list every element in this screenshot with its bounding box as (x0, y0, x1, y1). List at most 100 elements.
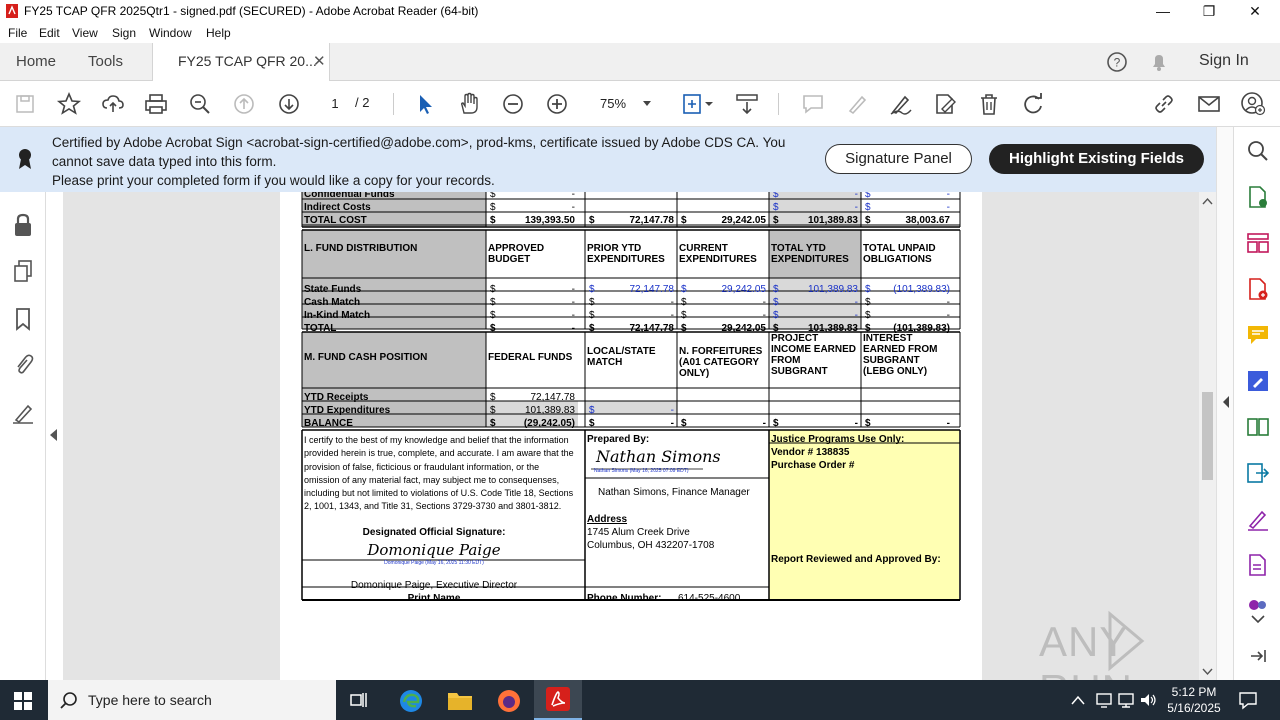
tab-tools[interactable]: Tools (88, 53, 123, 70)
balance-value-2: - (670, 418, 674, 429)
scroll-mode-icon[interactable] (734, 91, 760, 117)
scroll-up-arrow-icon[interactable] (1202, 197, 1213, 205)
upload-icon[interactable] (100, 91, 126, 117)
draw-icon[interactable] (888, 91, 914, 117)
lock-icon[interactable] (12, 212, 34, 238)
windows-start-icon[interactable] (14, 692, 32, 710)
window-title: FY25 TCAP QFR 2025Qtr1 - signed.pdf (SEC… (24, 4, 479, 18)
comment-icon[interactable] (800, 91, 826, 117)
right-panel-splitter[interactable] (1216, 127, 1233, 680)
attachment-icon[interactable] (12, 352, 34, 378)
acrobat-taskbar-button[interactable] (534, 680, 582, 720)
collapse-left-arrow-icon[interactable] (48, 428, 60, 442)
row-label-balance: BALANCE (304, 418, 353, 429)
pages-icon[interactable] (12, 258, 34, 284)
page-number-input[interactable]: 1 (322, 92, 348, 114)
menu-view[interactable]: View (72, 26, 98, 40)
menu-sign[interactable]: Sign (112, 26, 136, 40)
firefox-icon[interactable] (496, 688, 522, 714)
network-status-icon[interactable] (1095, 691, 1113, 709)
taskbar-search-box[interactable]: Type here to search (48, 680, 336, 720)
zoom-out-icon[interactable] (500, 91, 526, 117)
volume-icon[interactable] (1139, 691, 1157, 709)
tab-document[interactable]: FY25 TCAP QFR 20... ✕ (152, 43, 330, 81)
state-funds-value-4: 101,389.83 (807, 284, 858, 295)
search-icon[interactable] (1246, 139, 1270, 163)
chevron-down-icon (643, 101, 651, 106)
total-cost-value-1: 139,393.50 (524, 215, 575, 226)
restore-button[interactable]: ❐ (1186, 0, 1232, 23)
save-icon[interactable] (12, 91, 38, 117)
scrollbar-thumb[interactable] (1202, 392, 1213, 480)
notifications-icon[interactable] (1238, 690, 1258, 710)
redo-icon[interactable] (1020, 91, 1046, 117)
fill-sign-icon[interactable] (1246, 507, 1270, 531)
page-down-icon[interactable] (276, 91, 302, 117)
print-icon[interactable] (143, 91, 169, 117)
page-up-icon[interactable] (231, 91, 257, 117)
zoom-select[interactable]: 75% (590, 92, 660, 116)
zoom-search-icon[interactable] (187, 91, 213, 117)
official-signature[interactable]: Domonique Paige (304, 541, 564, 559)
show-hidden-icons-icon[interactable] (1071, 694, 1085, 706)
comment-tool-icon[interactable] (1246, 323, 1270, 347)
total-value-5: (101,389.83) (893, 323, 950, 334)
expand-panel-arrow-icon[interactable] (1221, 395, 1231, 409)
menu-file[interactable]: File (8, 26, 27, 40)
certification-banner: Certified by Adobe Acrobat Sign <acrobat… (0, 127, 1216, 192)
document-viewport[interactable]: Confidential Funds Indirect Costs TOTAL … (63, 192, 1200, 680)
highlight-fields-button[interactable]: Highlight Existing Fields (989, 144, 1204, 174)
vertical-scrollbar[interactable] (1199, 192, 1216, 680)
row-label-ytd-expenditures: YTD Expenditures (304, 405, 391, 416)
compare-files-icon[interactable] (1246, 415, 1270, 439)
scroll-down-arrow-icon[interactable] (1202, 668, 1213, 676)
bookmark-icon[interactable] (12, 306, 34, 332)
document-tab-label: FY25 TCAP QFR 20... (178, 53, 317, 69)
edge-browser-icon[interactable] (398, 688, 424, 714)
form-tool-icon[interactable] (1246, 553, 1270, 577)
display-icon[interactable] (1117, 691, 1135, 709)
taskbar-search-placeholder: Type here to search (88, 692, 212, 708)
zoom-in-icon[interactable] (544, 91, 570, 117)
preparer-signature[interactable]: Nathan Simons (596, 447, 721, 466)
fit-page-icon[interactable] (680, 91, 716, 117)
task-view-icon[interactable] (349, 690, 369, 710)
justice-programs-title: Justice Programs Use Only: (771, 434, 905, 445)
help-icon[interactable]: ? (1106, 51, 1128, 73)
create-pdf-icon[interactable] (1246, 277, 1270, 301)
signature-panel-button[interactable]: Signature Panel (825, 144, 972, 174)
signature-icon[interactable] (10, 400, 36, 426)
menu-edit[interactable]: Edit (39, 26, 60, 40)
select-cursor-icon[interactable] (412, 91, 438, 117)
hand-icon[interactable] (456, 91, 482, 117)
menu-help[interactable]: Help (206, 26, 231, 40)
file-explorer-icon[interactable] (447, 689, 473, 711)
edit-pdf-icon[interactable] (932, 91, 958, 117)
delete-icon[interactable] (976, 91, 1002, 117)
export-pdf-icon[interactable] (1246, 185, 1270, 209)
close-window-button[interactable]: ✕ (1232, 0, 1278, 23)
minimize-button[interactable]: — (1140, 0, 1186, 23)
official-name: Domonique Paige, Executive Director (350, 580, 518, 591)
email-icon[interactable] (1196, 91, 1222, 117)
close-tab-icon[interactable]: ✕ (313, 52, 326, 70)
chevron-down-icon[interactable] (1250, 614, 1266, 624)
edit-pdf-tool-icon[interactable] (1246, 369, 1270, 393)
add-user-icon[interactable] (1240, 91, 1266, 117)
export-tool-icon[interactable] (1246, 461, 1270, 485)
sign-in-link[interactable]: Sign In (1199, 52, 1249, 70)
menu-window[interactable]: Window (149, 26, 192, 40)
collapse-pane-icon[interactable] (1248, 646, 1268, 666)
more-tools-icon[interactable] (1246, 597, 1270, 615)
highlight-pen-icon[interactable] (844, 91, 870, 117)
system-clock[interactable]: 5:12 PM 5/16/2025 (1162, 684, 1226, 716)
star-icon[interactable] (56, 91, 82, 117)
indirect-value-5: - (946, 202, 950, 213)
tab-home[interactable]: Home (16, 53, 56, 70)
bell-icon[interactable] (1148, 51, 1170, 73)
cash-match-value-1: - (571, 297, 575, 308)
section-m-title: M. FUND CASH POSITION (304, 352, 428, 363)
preparer-name: Nathan Simons, Finance Manager (598, 487, 750, 498)
organize-pages-icon[interactable] (1246, 231, 1270, 255)
link-icon[interactable] (1151, 91, 1177, 117)
